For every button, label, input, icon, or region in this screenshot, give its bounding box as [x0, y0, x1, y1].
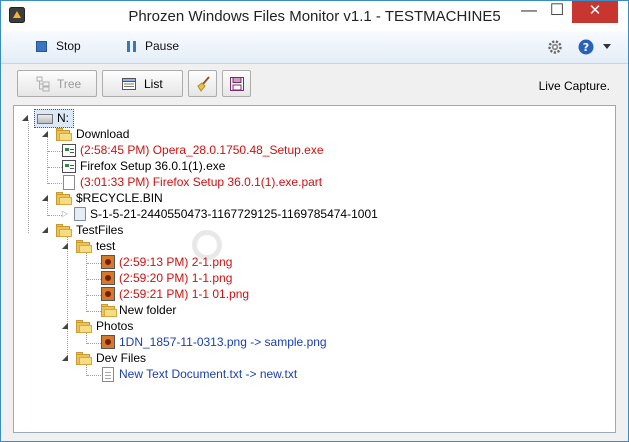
image-icon — [101, 335, 115, 349]
exe-icon — [62, 144, 76, 157]
drive-icon — [37, 114, 53, 124]
title-bar: Phrozen Windows Files Monitor v1.1 - TES… — [1, 1, 628, 31]
menu-bar: Stop Pause ? — [1, 31, 628, 64]
folder-icon — [101, 304, 117, 317]
tree-node-label: N: — [57, 111, 69, 125]
stop-label: Stop — [56, 39, 81, 53]
save-button[interactable] — [222, 70, 251, 97]
list-view-button[interactable]: List — [102, 70, 183, 97]
collapse-arrow-icon[interactable]: ◢ — [60, 353, 70, 363]
clear-button[interactable] — [188, 70, 217, 97]
toolbar: Tree List Live Capture. — [1, 64, 628, 104]
tree-node-label: New folder — [119, 303, 177, 317]
collapse-arrow-icon[interactable]: ◢ — [60, 241, 70, 251]
tree-node-label: Dev Files — [96, 351, 147, 365]
tree-node-label: TestFiles — [76, 223, 124, 237]
tree-node-label: New Text Document.txt -> new.txt — [119, 367, 298, 381]
collapse-arrow-icon[interactable]: ◢ — [60, 321, 70, 331]
stop-icon — [36, 41, 47, 52]
help-icon[interactable]: ? — [578, 39, 594, 55]
collapse-arrow-icon[interactable]: ◢ — [40, 193, 50, 203]
minimize-button[interactable]: — — [515, 1, 543, 23]
close-button[interactable]: ✕ — [572, 1, 618, 23]
tree-node-label: (3:01:33 PM) Firefox Setup 36.0.1(1).exe… — [80, 175, 323, 189]
tree-node-label: (2:59:21 PM) 1-1 01.png — [119, 287, 250, 301]
folder-icon — [76, 240, 92, 253]
document-icon — [102, 367, 114, 382]
tree-view-button[interactable]: Tree — [17, 70, 97, 97]
folder-icon — [56, 128, 72, 141]
capture-status: Live Capture. — [538, 79, 610, 93]
tree-icon — [36, 76, 50, 92]
collapse-arrow-icon[interactable]: ◢ — [40, 225, 50, 235]
tree-node-label: Firefox Setup 36.0.1(1).exe — [80, 159, 226, 173]
expand-arrow-icon[interactable]: ▷ — [60, 209, 70, 219]
folder-icon — [56, 224, 72, 237]
app-window: Phrozen Windows Files Monitor v1.1 - TES… — [0, 0, 629, 442]
tree-node-label: Download — [76, 127, 130, 141]
svg-text:?: ? — [583, 41, 589, 54]
tree-node-label: (2:59:13 PM) 2-1.png — [119, 255, 233, 269]
broom-icon — [197, 76, 210, 92]
help-dropdown-icon[interactable] — [603, 44, 611, 50]
settings-gear-icon[interactable] — [547, 39, 563, 55]
save-icon — [230, 77, 244, 91]
exe-icon — [62, 160, 76, 173]
tree-node-label: (2:58:45 PM) Opera_28.0.1750.48_Setup.ex… — [80, 143, 324, 157]
tree-node-label: test — [96, 239, 116, 253]
recycle-icon — [74, 207, 86, 221]
maximize-button[interactable]: ☐ — [543, 1, 571, 23]
tree-node-label: (2:59:20 PM) 1-1.png — [119, 271, 233, 285]
file-tree[interactable]: ◢ N: ◢ Download (2:58:45 PM) Opera_28.0.… — [13, 105, 616, 433]
folder-icon — [76, 352, 92, 365]
tree-node-label: $RECYCLE.BIN — [76, 191, 163, 205]
pause-icon — [127, 41, 137, 52]
image-icon — [101, 255, 115, 269]
tree-view-label: Tree — [57, 77, 82, 91]
list-icon — [122, 78, 136, 90]
document-icon — [63, 175, 75, 190]
image-icon — [101, 271, 115, 285]
pause-label: Pause — [145, 39, 180, 53]
tree-node-label: Photos — [96, 319, 134, 333]
folder-icon — [56, 192, 72, 205]
folder-icon — [76, 320, 92, 333]
tree-node-label: 1DN_1857-11-0313.png -> sample.png — [119, 335, 327, 349]
tree-node-label: S-1-5-21-2440550473-1167729125-116978547… — [90, 207, 378, 221]
collapse-arrow-icon[interactable]: ◢ — [40, 129, 50, 139]
image-icon — [101, 287, 115, 301]
list-view-label: List — [144, 77, 163, 91]
collapse-arrow-icon[interactable]: ◢ — [20, 113, 30, 123]
